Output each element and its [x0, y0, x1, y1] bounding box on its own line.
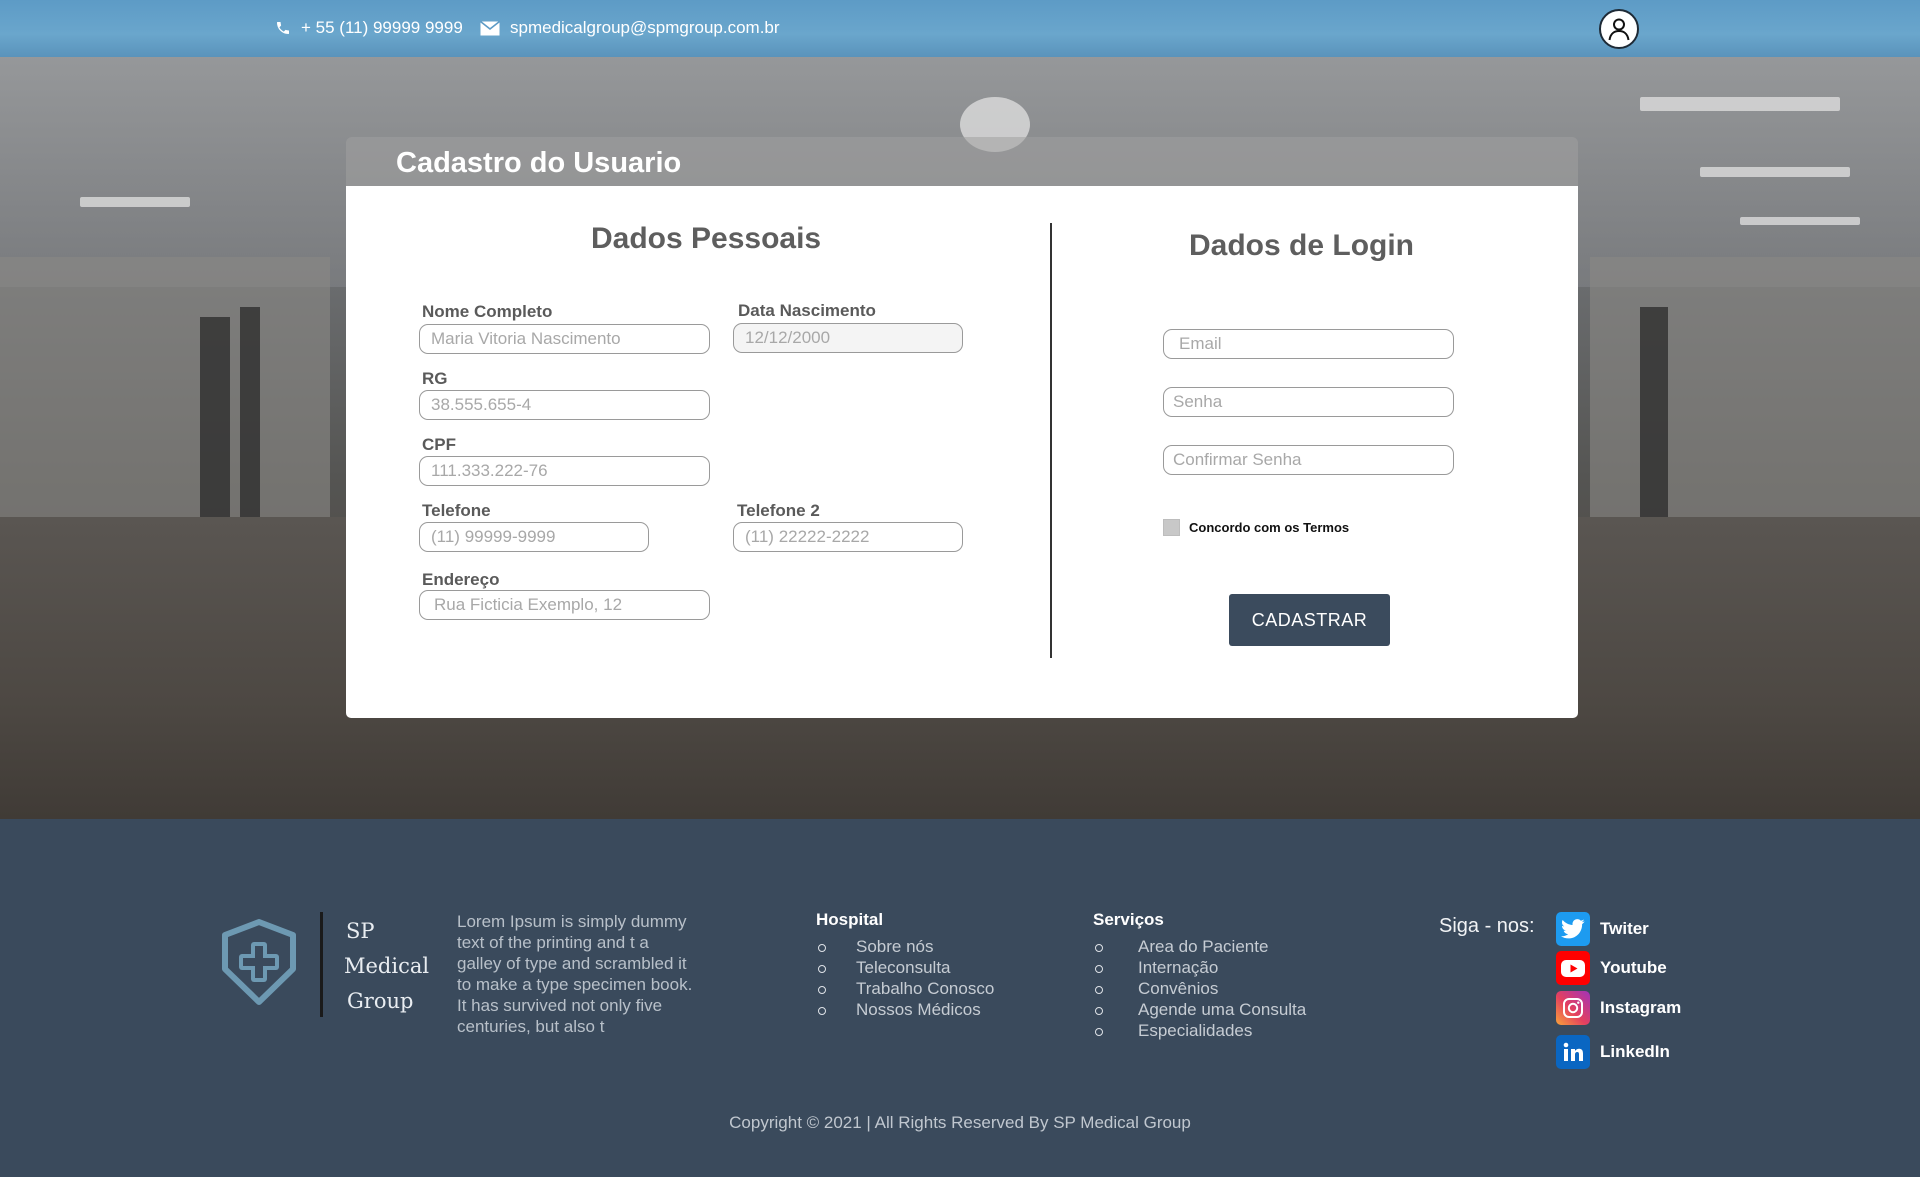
login-data-heading: Dados de Login [1189, 229, 1414, 262]
email-input[interactable] [1163, 329, 1454, 359]
phone-icon [275, 20, 291, 36]
card-header: Cadastro do Usuario [346, 137, 1578, 187]
linkedin-icon [1556, 1035, 1590, 1069]
terms-label: Concordo com os Termos [1189, 520, 1350, 535]
telefone2-input[interactable] [733, 522, 963, 552]
social-link-linkedin[interactable]: LinkedIn [1556, 1035, 1670, 1069]
footer-link-agende-consulta[interactable]: Agende uma Consulta [1093, 999, 1306, 1020]
terms-checkbox[interactable] [1163, 519, 1180, 536]
logo-line-1: SP [346, 919, 375, 943]
hospital-links: Hospital Sobre nós Teleconsulta Trabalho… [816, 910, 994, 1020]
register-button[interactable]: CADASTRAR [1229, 594, 1390, 646]
phone-number: + 55 (11) 99999 9999 [301, 18, 463, 37]
personal-data-heading: Dados Pessoais [591, 222, 822, 255]
social-link-twitter[interactable]: Twiter [1556, 912, 1649, 946]
cpf-label: CPF [422, 435, 456, 454]
logo-line-3: Group [347, 989, 414, 1013]
endereco-label: Endereço [422, 570, 500, 589]
instagram-label: Instagram [1600, 998, 1682, 1017]
mail-icon [480, 20, 500, 36]
terms-agreement[interactable]: Concordo com os Termos [1163, 519, 1349, 536]
hospital-heading: Hospital [816, 910, 884, 929]
rg-label: RG [422, 369, 448, 388]
telefone2-label: Telefone 2 [737, 501, 820, 520]
twitter-label: Twiter [1600, 919, 1649, 938]
endereco-input[interactable] [419, 590, 710, 620]
footer-link-especialidades[interactable]: Especialidades [1093, 1020, 1306, 1041]
linkedin-label: LinkedIn [1600, 1042, 1670, 1061]
registration-card: Dados Pessoais Nome Completo Data Nascim… [346, 186, 1578, 718]
email-address: spmedicalgroup@spmgroup.com.br [510, 18, 780, 37]
logo-divider [320, 912, 323, 1017]
top-bar: + 55 (11) 99999 9999 spmedicalgroup@spmg… [0, 0, 1920, 57]
cpf-input[interactable] [419, 456, 710, 486]
instagram-icon [1556, 991, 1590, 1025]
rg-input[interactable] [419, 390, 710, 420]
twitter-icon [1556, 912, 1590, 946]
confirm-password-input[interactable] [1163, 445, 1454, 475]
nome-input[interactable] [419, 324, 710, 354]
youtube-icon [1556, 951, 1590, 985]
user-icon [1606, 16, 1632, 42]
page-title: Cadastro do Usuario [396, 147, 682, 179]
copyright-text: Copyright © 2021 | All Rights Reserved B… [729, 1113, 1191, 1132]
social-link-instagram[interactable]: Instagram [1556, 991, 1681, 1025]
footer-link-area-paciente[interactable]: Area do Paciente [1093, 936, 1306, 957]
nome-label: Nome Completo [422, 302, 553, 321]
footer-link-teleconsulta[interactable]: Teleconsulta [816, 957, 994, 978]
logo-text: SP Medical Group [344, 914, 429, 1019]
telefone-input[interactable] [419, 522, 649, 552]
footer: SP Medical Group Lorem Ipsum is simply d… [0, 819, 1920, 1177]
password-input[interactable] [1163, 387, 1454, 417]
footer-link-nossos-medicos[interactable]: Nossos Médicos [816, 999, 994, 1020]
footer-link-internacao[interactable]: Internação [1093, 957, 1306, 978]
youtube-label: Youtube [1600, 958, 1667, 977]
servicos-heading: Serviços [1093, 910, 1164, 929]
footer-link-trabalho-conosco[interactable]: Trabalho Conosco [816, 978, 994, 999]
shield-cross-logo-icon [221, 919, 297, 1010]
telefone-label: Telefone [422, 501, 491, 520]
user-account-button[interactable] [1599, 9, 1639, 49]
email-contact[interactable]: spmedicalgroup@spmgroup.com.br [480, 18, 780, 38]
footer-description: Lorem Ipsum is simply dummy text of the … [457, 912, 693, 1036]
footer-link-sobre-nos[interactable]: Sobre nós [816, 936, 994, 957]
nascimento-label: Data Nascimento [738, 301, 876, 320]
nascimento-input[interactable] [733, 323, 963, 353]
servicos-links: Serviços Area do Paciente Internação Con… [1093, 910, 1306, 1041]
follow-us-label: Siga - nos: [1439, 915, 1535, 937]
section-divider [1050, 223, 1052, 658]
social-link-youtube[interactable]: Youtube [1556, 951, 1667, 985]
footer-link-convenios[interactable]: Convênios [1093, 978, 1306, 999]
phone-contact[interactable]: + 55 (11) 99999 9999 [275, 18, 463, 38]
logo-line-2: Medical [344, 954, 430, 978]
